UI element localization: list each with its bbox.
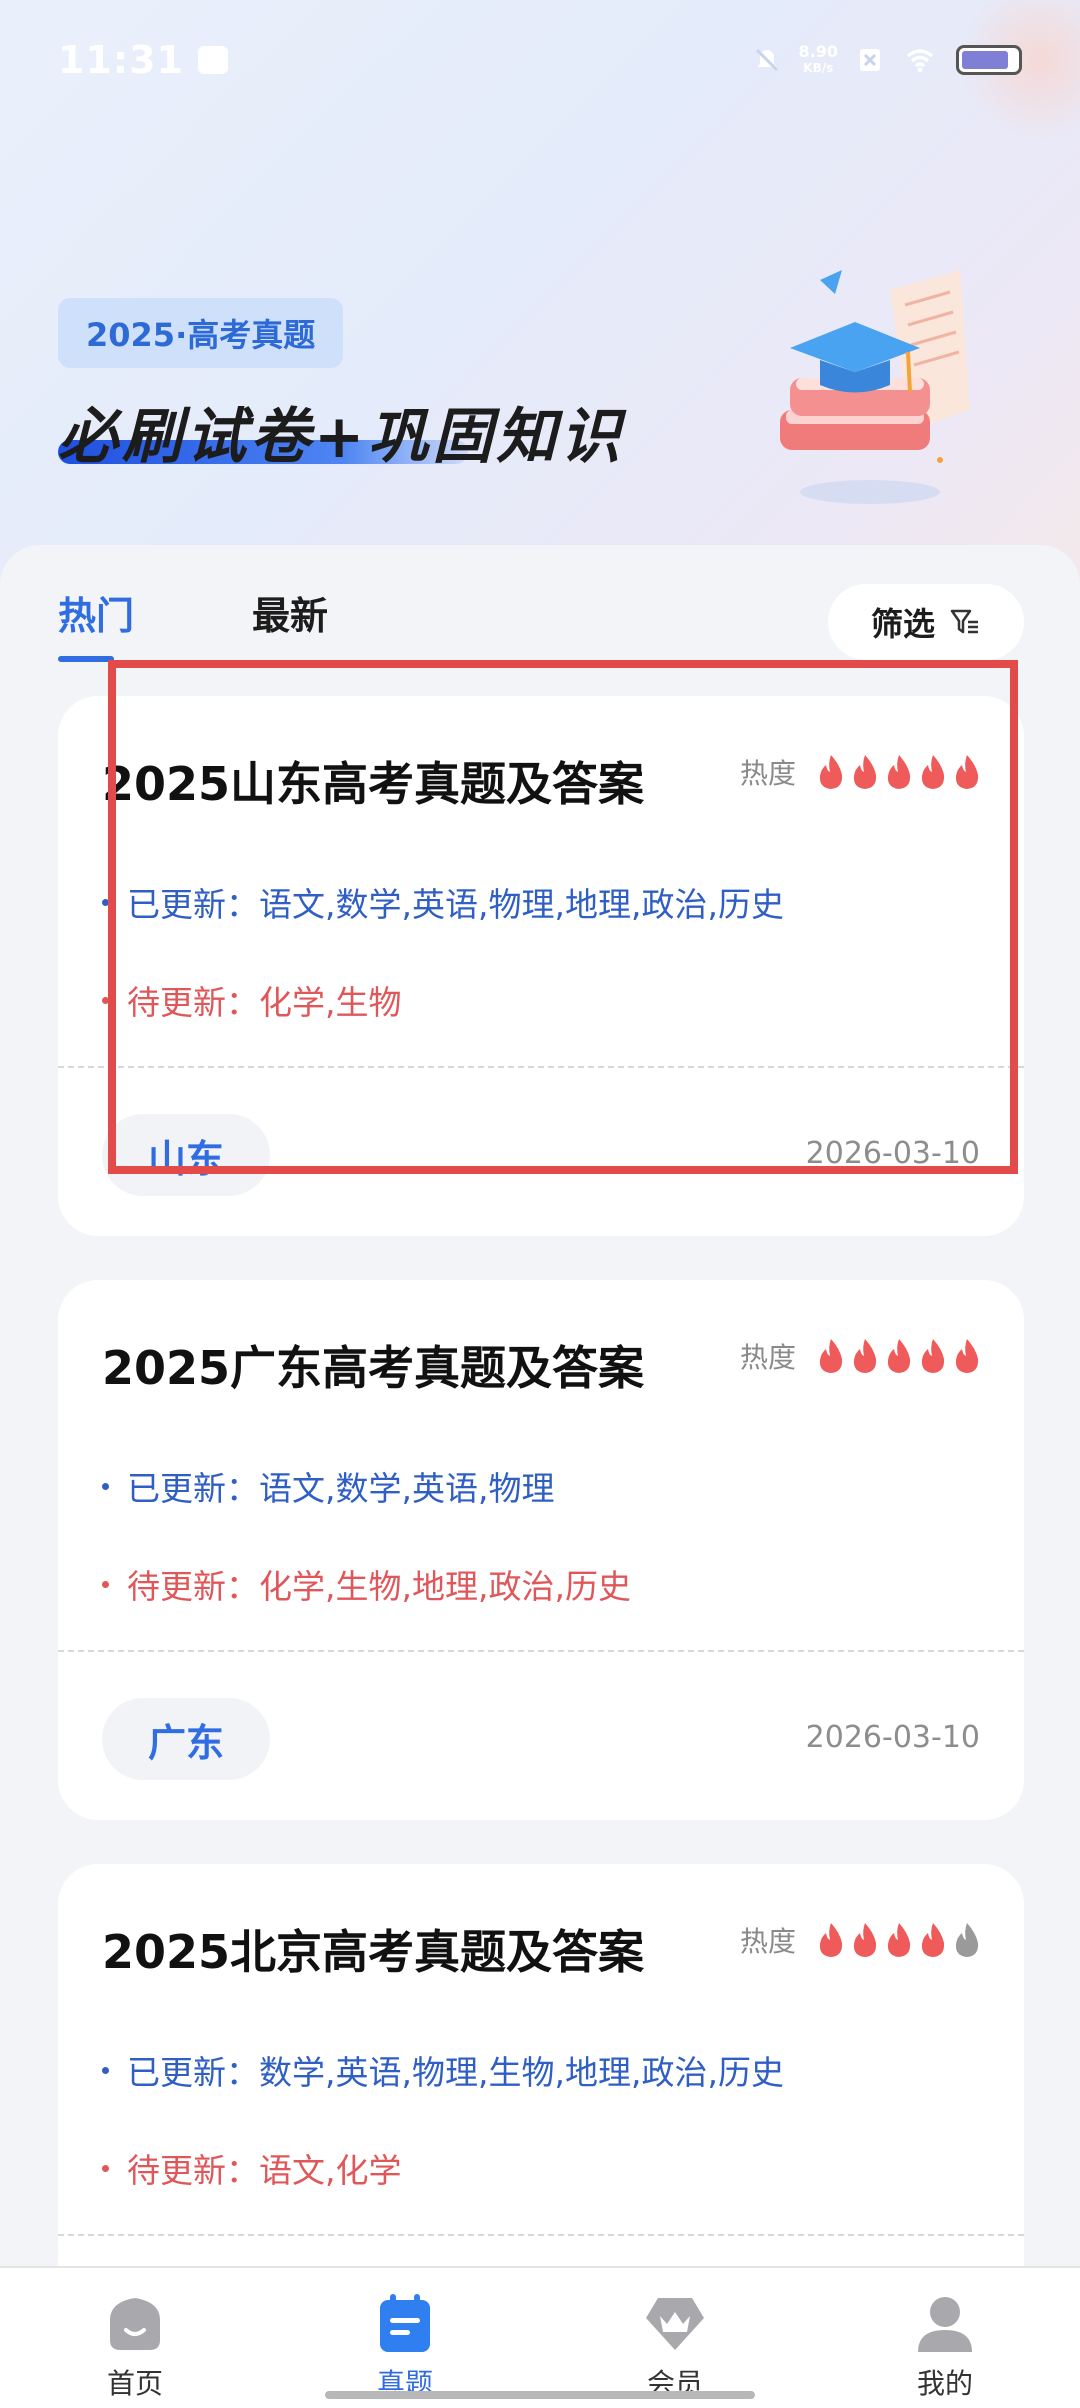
flame-icon — [887, 755, 911, 789]
updated-subjects: 数学,英语,物理,生物,地理,政治,历史 — [259, 2053, 784, 2092]
home-icon — [110, 2298, 160, 2350]
notification-icon — [197, 46, 228, 74]
tab-hot[interactable]: 热门 — [58, 585, 134, 662]
pending-subjects-row: 待更新： 化学,生物,地理,政治,历史 — [102, 1560, 631, 1608]
status-bar: 11:31 8.90 KB/s — [0, 0, 1080, 120]
sim-disabled-icon — [860, 49, 880, 71]
nav-home[interactable]: 首页 — [55, 2290, 215, 2402]
flame-icon — [819, 1923, 843, 1957]
pending-subjects-row: 待更新： 语文,化学 — [102, 2144, 402, 2192]
updated-subjects-row: 已更新： 语文,数学,英语,物理,地理,政治,历史 — [102, 878, 784, 926]
flame-icons — [818, 1921, 980, 1959]
vip-crown-icon — [646, 2298, 704, 2350]
exam-card[interactable]: 2025山东高考真题及答案 热度 已更新： 语文,数学,英语,物理,地理,政治,… — [58, 696, 1024, 1236]
updated-label: 已更新： — [127, 885, 259, 924]
flame-icon — [887, 1339, 911, 1373]
heat-label: 热度 — [739, 1925, 796, 1958]
flame-icons — [818, 753, 980, 791]
flame-icon — [955, 755, 979, 789]
nav-exam[interactable]: 真题 — [325, 2290, 485, 2402]
mute-icon — [755, 48, 778, 72]
tab-bar: 热门 最新 — [58, 585, 328, 662]
heat-label: 热度 — [739, 757, 796, 790]
filter-label: 筛选 — [870, 605, 935, 643]
flame-icon — [853, 1923, 877, 1957]
pending-subjects: 化学,生物,地理,政治,历史 — [259, 1567, 631, 1606]
heat-rating: 热度 — [740, 1920, 980, 1960]
nav-home-label: 首页 — [106, 2367, 163, 2400]
flame-icon — [819, 755, 843, 789]
exam-card[interactable]: 2025广东高考真题及答案 热度 已更新： 语文,数学,英语,物理 待更新： 化… — [58, 1280, 1024, 1820]
card-divider — [58, 1066, 1024, 1068]
net-speed-unit: KB/s — [803, 61, 834, 75]
heat-rating: 热度 — [740, 752, 980, 792]
card-date: 2026-03-10 — [805, 1136, 980, 1171]
year-badge: 2025·高考真题 — [58, 298, 344, 368]
headline-text: 必刷试卷+巩固知识 — [58, 402, 625, 472]
flame-icon — [853, 1339, 877, 1373]
flame-icon — [955, 1923, 979, 1957]
card-divider — [58, 1650, 1024, 1652]
heat-rating: 热度 — [740, 1336, 980, 1376]
net-speed-value: 8.90 — [798, 42, 838, 61]
card-title: 2025广东高考真题及答案 — [102, 1341, 645, 1395]
flame-icon — [819, 1339, 843, 1373]
net-speed: 8.90 KB/s — [799, 44, 838, 76]
updated-label: 已更新： — [127, 2053, 259, 2092]
profile-icon — [918, 2297, 972, 2352]
updated-subjects-row: 已更新： 语文,数学,英语,物理 — [102, 1462, 554, 1510]
flame-icon — [853, 755, 877, 789]
flame-icon — [887, 1923, 911, 1957]
updated-label: 已更新： — [127, 1469, 259, 1508]
card-date: 2026-03-10 — [805, 1720, 980, 1755]
pending-label: 待更新： — [127, 983, 259, 1022]
card-title: 2025山东高考真题及答案 — [102, 757, 645, 811]
banner-headline: 必刷试卷+巩固知识 — [58, 388, 624, 475]
region-tag[interactable]: 广东 — [102, 1698, 270, 1780]
pending-subjects: 语文,化学 — [259, 2151, 402, 2190]
updated-subjects-row: 已更新： 数学,英语,物理,生物,地理,政治,历史 — [102, 2046, 784, 2094]
battery-icon — [956, 45, 1022, 75]
updated-subjects: 语文,数学,英语,物理 — [259, 1469, 555, 1508]
flame-icon — [921, 1339, 945, 1373]
wifi-icon — [906, 49, 934, 73]
exam-icon — [380, 2294, 430, 2352]
updated-subjects: 语文,数学,英语,物理,地理,政治,历史 — [259, 885, 784, 924]
flame-icon — [921, 755, 945, 789]
tab-latest[interactable]: 最新 — [252, 585, 328, 640]
filter-icon — [950, 609, 978, 634]
status-time: 11:31 — [58, 38, 184, 82]
pending-subjects: 化学,生物 — [259, 983, 402, 1022]
nav-vip[interactable]: 会员 — [595, 2290, 755, 2402]
flame-icon — [921, 1923, 945, 1957]
flame-icons — [818, 1337, 980, 1375]
pending-subjects-row: 待更新： 化学,生物 — [102, 976, 402, 1024]
region-tag[interactable]: 山东 — [102, 1114, 270, 1196]
bottom-nav: 首页 真题 会员 我的 — [0, 2266, 1080, 2408]
pending-label: 待更新： — [127, 1567, 259, 1606]
flame-icon — [955, 1339, 979, 1373]
books-graduation-illustration — [780, 270, 970, 504]
pending-label: 待更新： — [127, 2151, 259, 2190]
card-divider — [58, 2234, 1024, 2236]
nav-profile[interactable]: 我的 — [865, 2290, 1025, 2402]
heat-label: 热度 — [739, 1341, 796, 1374]
home-indicator[interactable] — [325, 2391, 755, 2399]
nav-profile-label: 我的 — [916, 2367, 973, 2400]
filter-button[interactable]: 筛选 — [828, 584, 1024, 660]
card-title: 2025北京高考真题及答案 — [102, 1925, 645, 1979]
